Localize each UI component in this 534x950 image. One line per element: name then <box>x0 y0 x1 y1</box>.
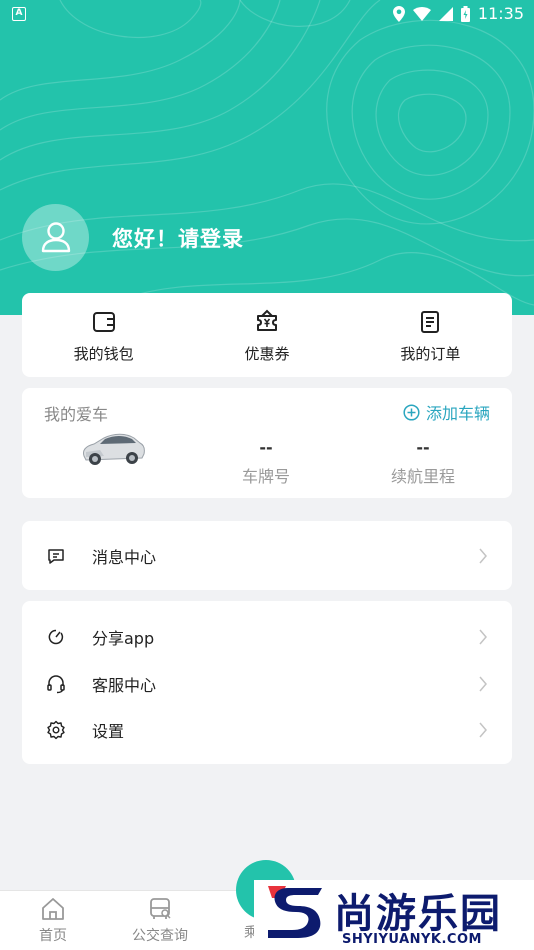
my-car-card: 我的爱车 添加车辆 -- 车牌号 -- 续航里程 <box>22 388 512 498</box>
bus-icon <box>150 898 171 919</box>
add-vehicle-button[interactable]: 添加车辆 <box>403 400 490 424</box>
topographic-pattern <box>0 0 534 306</box>
message-icon <box>48 548 64 564</box>
plus-circle-icon <box>403 403 420 421</box>
wallet-icon <box>92 312 115 332</box>
location-icon <box>392 5 405 22</box>
chevron-right-icon <box>479 548 487 563</box>
coupon-icon <box>256 309 277 331</box>
menu-label: 消息中心 <box>92 547 157 567</box>
wifi-icon <box>412 6 431 21</box>
gear-icon <box>47 720 65 739</box>
plate-label: 车牌号 <box>241 467 290 486</box>
chevron-right-icon <box>479 629 487 644</box>
plate-stat: -- 车牌号 <box>196 438 336 487</box>
share-icon <box>48 629 64 644</box>
menu-item-share-app[interactable]: 分享app <box>22 613 512 660</box>
home-icon <box>42 898 64 920</box>
my-car-title: 我的爱车 <box>44 405 109 424</box>
range-stat: -- 续航里程 <box>353 438 493 487</box>
header-background <box>0 0 534 315</box>
add-vehicle-label: 添加车辆 <box>425 404 490 423</box>
wallet-label: 我的钱包 <box>73 345 134 363</box>
orders-label: 我的订单 <box>400 345 461 363</box>
coupon-label: 优惠券 <box>244 345 290 363</box>
status-time: 11:35 <box>477 4 524 23</box>
wallet-button[interactable]: 我的钱包 <box>22 293 185 377</box>
tab-label: 首页 <box>39 928 67 944</box>
chevron-right-icon <box>479 722 487 737</box>
watermark-url: SHYIYUANYK.COM <box>342 932 482 947</box>
menu-label: 设置 <box>92 721 125 741</box>
user-icon <box>41 222 71 253</box>
signal-icon <box>438 6 453 21</box>
chevron-right-icon <box>479 676 487 691</box>
app-notification-icon: A <box>12 7 26 21</box>
watermark-title: 尚游乐园 <box>334 891 502 937</box>
settings-card: 分享app 客服中心 设置 <box>22 601 512 764</box>
coupon-button[interactable]: 优惠券 <box>185 293 348 377</box>
watermark-logo <box>268 886 322 938</box>
car-image <box>83 433 145 465</box>
menu-item-settings[interactable]: 设置 <box>22 706 512 753</box>
avatar[interactable] <box>22 204 89 271</box>
plate-value: -- <box>259 438 273 457</box>
menu-label: 分享app <box>92 628 155 648</box>
login-prompt[interactable]: 您好！请登录 <box>112 223 244 253</box>
message-card: 消息中心 <box>22 521 512 590</box>
order-icon <box>421 311 440 333</box>
menu-item-message-center[interactable]: 消息中心 <box>22 532 512 579</box>
menu-label: 客服中心 <box>92 675 157 695</box>
site-watermark: 尚游乐园 SHYIYUANYK.COM <box>254 880 534 950</box>
headset-icon <box>47 674 65 693</box>
orders-button[interactable]: 我的订单 <box>349 293 512 377</box>
battery-icon <box>460 5 470 22</box>
range-value: -- <box>416 438 430 457</box>
tab-home[interactable]: 首页 <box>18 895 88 945</box>
range-label: 续航里程 <box>390 467 455 486</box>
tab-label: 公交查询 <box>132 928 188 944</box>
quick-actions-card: 我的钱包 优惠券 我的订单 <box>22 293 512 377</box>
tab-bus-query[interactable]: 公交查询 <box>125 895 195 945</box>
menu-item-customer-service[interactable]: 客服中心 <box>22 660 512 707</box>
status-bar: A 11:35 <box>0 0 534 30</box>
